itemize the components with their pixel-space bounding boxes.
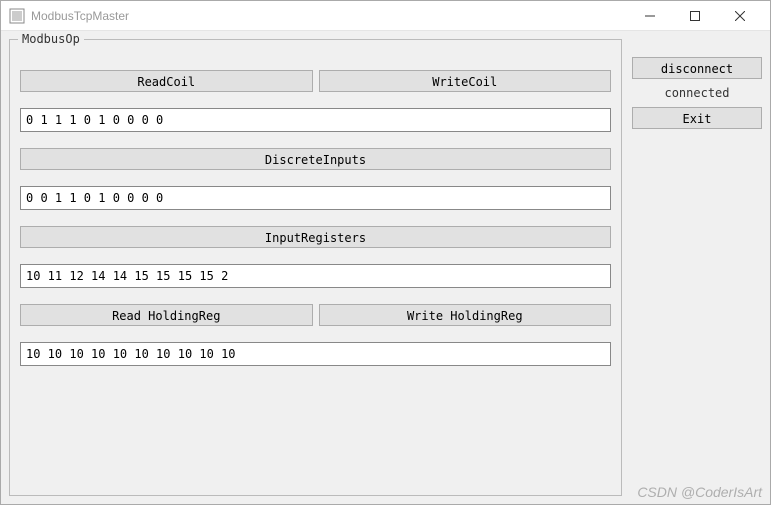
- maximize-button[interactable]: [672, 2, 717, 30]
- read-holding-reg-button[interactable]: Read HoldingReg: [20, 304, 313, 326]
- discrete-inputs-button[interactable]: DiscreteInputs: [20, 148, 611, 170]
- holding-registers-input[interactable]: [20, 342, 611, 366]
- minimize-icon: [645, 11, 655, 21]
- disconnect-button[interactable]: disconnect: [632, 57, 762, 79]
- write-holding-reg-button[interactable]: Write HoldingReg: [319, 304, 612, 326]
- input-registers-input[interactable]: [20, 264, 611, 288]
- window-title: ModbusTcpMaster: [31, 9, 627, 23]
- sidebar: disconnect connected Exit: [632, 39, 762, 496]
- input-registers-button[interactable]: InputRegisters: [20, 226, 611, 248]
- minimize-button[interactable]: [627, 2, 672, 30]
- titlebar: ModbusTcpMaster: [1, 1, 770, 31]
- write-coil-button[interactable]: WriteCoil: [319, 70, 612, 92]
- close-button[interactable]: [717, 2, 762, 30]
- exit-button[interactable]: Exit: [632, 107, 762, 129]
- read-coil-button[interactable]: ReadCoil: [20, 70, 313, 92]
- coils-input[interactable]: [20, 108, 611, 132]
- maximize-icon: [690, 11, 700, 21]
- app-window: ModbusTcpMaster ModbusOp ReadCoil WriteC…: [0, 0, 771, 505]
- app-icon: [9, 8, 25, 24]
- modbus-op-groupbox: ModbusOp ReadCoil WriteCoil DiscreteInpu…: [9, 39, 622, 496]
- connection-status: connected: [632, 83, 762, 103]
- window-controls: [627, 2, 762, 30]
- client-area: ModbusOp ReadCoil WriteCoil DiscreteInpu…: [1, 31, 770, 504]
- groupbox-title: ModbusOp: [18, 32, 84, 46]
- close-icon: [735, 11, 745, 21]
- discrete-inputs-input[interactable]: [20, 186, 611, 210]
